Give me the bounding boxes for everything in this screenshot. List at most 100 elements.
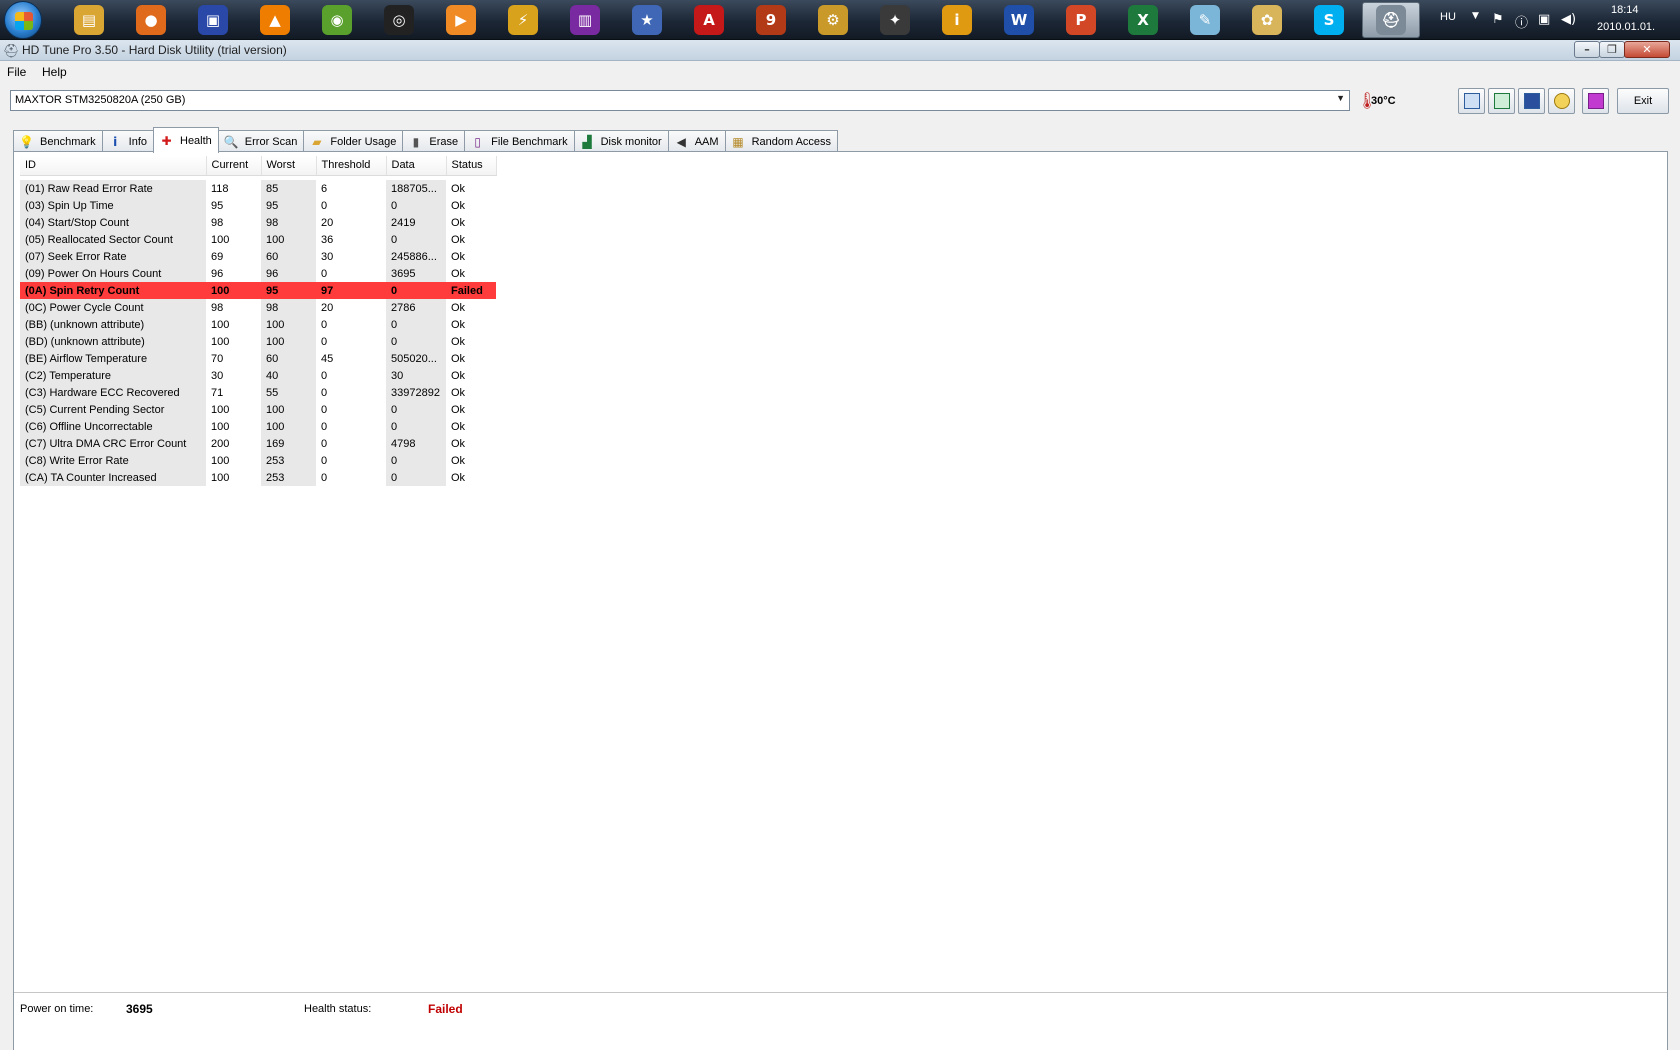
tab-random-access[interactable]: ▦ Random Access bbox=[724, 130, 839, 152]
table-row[interactable]: (07) Seek Error Rate 69 60 30 245886... Ok bbox=[20, 248, 496, 265]
start-button[interactable] bbox=[4, 1, 42, 39]
cell-status: Ok bbox=[451, 352, 466, 365]
cell-status: Ok bbox=[451, 301, 466, 314]
menu-help[interactable]: Help bbox=[42, 65, 67, 79]
copy-screenshot-button[interactable] bbox=[1488, 88, 1515, 114]
tab-aam[interactable]: ◀ AAM bbox=[667, 130, 726, 152]
table-row[interactable]: (09) Power On Hours Count 96 96 0 3695 Ok bbox=[20, 265, 496, 282]
restore-button[interactable]: ❐ bbox=[1599, 41, 1625, 58]
column-header-id[interactable]: ID bbox=[20, 156, 207, 176]
tab-health[interactable]: ✚ Health bbox=[153, 127, 219, 153]
cell-data: 0 bbox=[386, 316, 446, 333]
app-icon: ⛑ bbox=[3, 43, 20, 58]
taskbar-button[interactable]: S bbox=[1300, 2, 1358, 38]
chevron-down-icon[interactable]: ▼ bbox=[1472, 11, 1479, 21]
copy-info-button[interactable] bbox=[1458, 88, 1485, 114]
taskbar-button[interactable]: ✦ bbox=[866, 2, 924, 38]
taskbar-button[interactable]: ◉ bbox=[308, 2, 366, 38]
tab-benchmark[interactable]: 💡 Benchmark bbox=[13, 130, 103, 152]
language-indicator[interactable]: HU bbox=[1440, 11, 1456, 23]
taskbar-button[interactable]: 9 bbox=[742, 2, 800, 38]
taskbar-button[interactable]: i bbox=[928, 2, 986, 38]
table-row[interactable]: (CA) TA Counter Increased 100 253 0 0 Ok bbox=[20, 469, 496, 486]
table-row[interactable]: (C2) Temperature 30 40 0 30 Ok bbox=[20, 367, 496, 384]
taskbar-button[interactable]: X bbox=[1114, 2, 1172, 38]
table-row[interactable]: (0A) Spin Retry Count 100 95 97 0 Failed bbox=[20, 282, 496, 299]
health-status-value: Failed bbox=[428, 1002, 463, 1016]
column-header-status[interactable]: Status bbox=[446, 156, 497, 176]
taskbar-button[interactable]: ⛑ bbox=[1362, 2, 1420, 38]
cell-worst: 100 bbox=[261, 401, 316, 418]
taskbar-button[interactable]: ⚙ bbox=[804, 2, 862, 38]
taskbar-button[interactable]: ✎ bbox=[1176, 2, 1234, 38]
tab-info[interactable]: i Info bbox=[101, 130, 154, 152]
title-bar: ⛑ HD Tune Pro 3.50 - Hard Disk Utility (… bbox=[0, 40, 1680, 61]
cell-worst: 96 bbox=[261, 265, 316, 282]
drive-select[interactable]: MAXTOR STM3250820A (250 GB) ▼ bbox=[10, 90, 1350, 111]
column-header-current[interactable]: Current bbox=[206, 156, 262, 176]
cell-threshold: 0 bbox=[321, 267, 328, 280]
download-button[interactable] bbox=[1582, 88, 1609, 114]
cell-id: (C3) Hardware ECC Recovered bbox=[20, 384, 206, 401]
cell-status: Ok bbox=[451, 267, 466, 280]
close-button[interactable]: ✕ bbox=[1624, 41, 1670, 58]
tab-erase[interactable]: ▮ Erase bbox=[402, 130, 466, 152]
taskbar-button[interactable]: ▤ bbox=[60, 2, 118, 38]
tab-error-scan[interactable]: 🔍 Error Scan bbox=[217, 130, 305, 152]
taskbar-button[interactable]: ★ bbox=[618, 2, 676, 38]
table-row[interactable]: (BE) Airflow Temperature 70 60 45 505020... O… bbox=[20, 350, 496, 367]
table-row[interactable]: (C5) Current Pending Sector 100 100 0 0 Ok bbox=[20, 401, 496, 418]
taskbar-button[interactable]: ▲ bbox=[246, 2, 304, 38]
minimize-button[interactable]: – bbox=[1574, 41, 1600, 58]
cell-threshold: 36 bbox=[321, 233, 334, 246]
table-row[interactable]: (01) Raw Read Error Rate 118 85 6 188705... O… bbox=[20, 180, 496, 197]
taskbar-button[interactable]: ● bbox=[122, 2, 180, 38]
clock-date[interactable]: 2010.01.01. bbox=[1597, 21, 1655, 33]
table-row[interactable]: (04) Start/Stop Count 98 98 20 2419 Ok bbox=[20, 214, 496, 231]
table-header-row: ID Current Worst Threshold Data Status bbox=[20, 156, 497, 176]
copy-green-icon bbox=[1493, 93, 1510, 109]
column-header-worst[interactable]: Worst bbox=[261, 156, 317, 176]
taskbar-button[interactable]: ▣ bbox=[184, 2, 242, 38]
cell-data: 0 bbox=[386, 401, 446, 418]
taskbar-button[interactable]: P bbox=[1052, 2, 1110, 38]
volume-icon[interactable]: ◀) bbox=[1561, 12, 1576, 27]
help-circle-icon[interactable]: ⓘ bbox=[1515, 12, 1528, 31]
taskbar-button[interactable]: ✿ bbox=[1238, 2, 1296, 38]
network-icon[interactable]: ▣ bbox=[1538, 12, 1550, 27]
table-row[interactable]: (03) Spin Up Time 95 95 0 0 Ok bbox=[20, 197, 496, 214]
options-button[interactable] bbox=[1548, 88, 1575, 114]
cell-current: 71 bbox=[211, 386, 224, 399]
cell-id: (05) Reallocated Sector Count bbox=[20, 231, 206, 248]
table-row[interactable]: (C7) Ultra DMA CRC Error Count 200 169 0 479… bbox=[20, 435, 496, 452]
save-button[interactable] bbox=[1518, 88, 1545, 114]
table-row[interactable]: (05) Reallocated Sector Count 100 100 36 0 Ok bbox=[20, 231, 496, 248]
taskbar-button[interactable]: ▶ bbox=[432, 2, 490, 38]
table-row[interactable]: (C6) Offline Uncorrectable 100 100 0 0 Ok bbox=[20, 418, 496, 435]
cell-worst: 253 bbox=[261, 452, 316, 469]
info-app-icon: i bbox=[942, 5, 972, 35]
taskbar-button[interactable]: W bbox=[990, 2, 1048, 38]
flag-icon[interactable]: ⚑ bbox=[1492, 12, 1504, 27]
column-header-data[interactable]: Data bbox=[386, 156, 447, 176]
taskbar-button[interactable]: ⚡ bbox=[494, 2, 552, 38]
tab-file-benchmark[interactable]: ▯ File Benchmark bbox=[464, 130, 575, 152]
column-header-threshold[interactable]: Threshold bbox=[316, 156, 387, 176]
taskbar-button[interactable]: ◎ bbox=[370, 2, 428, 38]
taskbar-button[interactable]: ▥ bbox=[556, 2, 614, 38]
cell-threshold: 0 bbox=[321, 318, 328, 331]
taskbar-button[interactable]: A bbox=[680, 2, 738, 38]
tab-folder-usage[interactable]: ▰ Folder Usage bbox=[303, 130, 404, 152]
exit-button[interactable]: Exit bbox=[1617, 88, 1669, 114]
menu-file[interactable]: File bbox=[7, 65, 26, 79]
chevron-down-icon[interactable]: ▼ bbox=[1336, 93, 1345, 103]
table-row[interactable]: (0C) Power Cycle Count 98 98 20 2786 Ok bbox=[20, 299, 496, 316]
table-row[interactable]: (BB) (unknown attribute) 100 100 0 0 Ok bbox=[20, 316, 496, 333]
powerpoint-icon: P bbox=[1066, 5, 1096, 35]
cell-data: 4798 bbox=[386, 435, 446, 452]
tab-disk-monitor[interactable]: ▟ Disk monitor bbox=[573, 130, 669, 152]
clock-time[interactable]: 18:14 bbox=[1611, 4, 1639, 16]
table-row[interactable]: (C3) Hardware ECC Recovered 71 55 0 33972892… bbox=[20, 384, 496, 401]
table-row[interactable]: (C8) Write Error Rate 100 253 0 0 Ok bbox=[20, 452, 496, 469]
table-row[interactable]: (BD) (unknown attribute) 100 100 0 0 Ok bbox=[20, 333, 496, 350]
